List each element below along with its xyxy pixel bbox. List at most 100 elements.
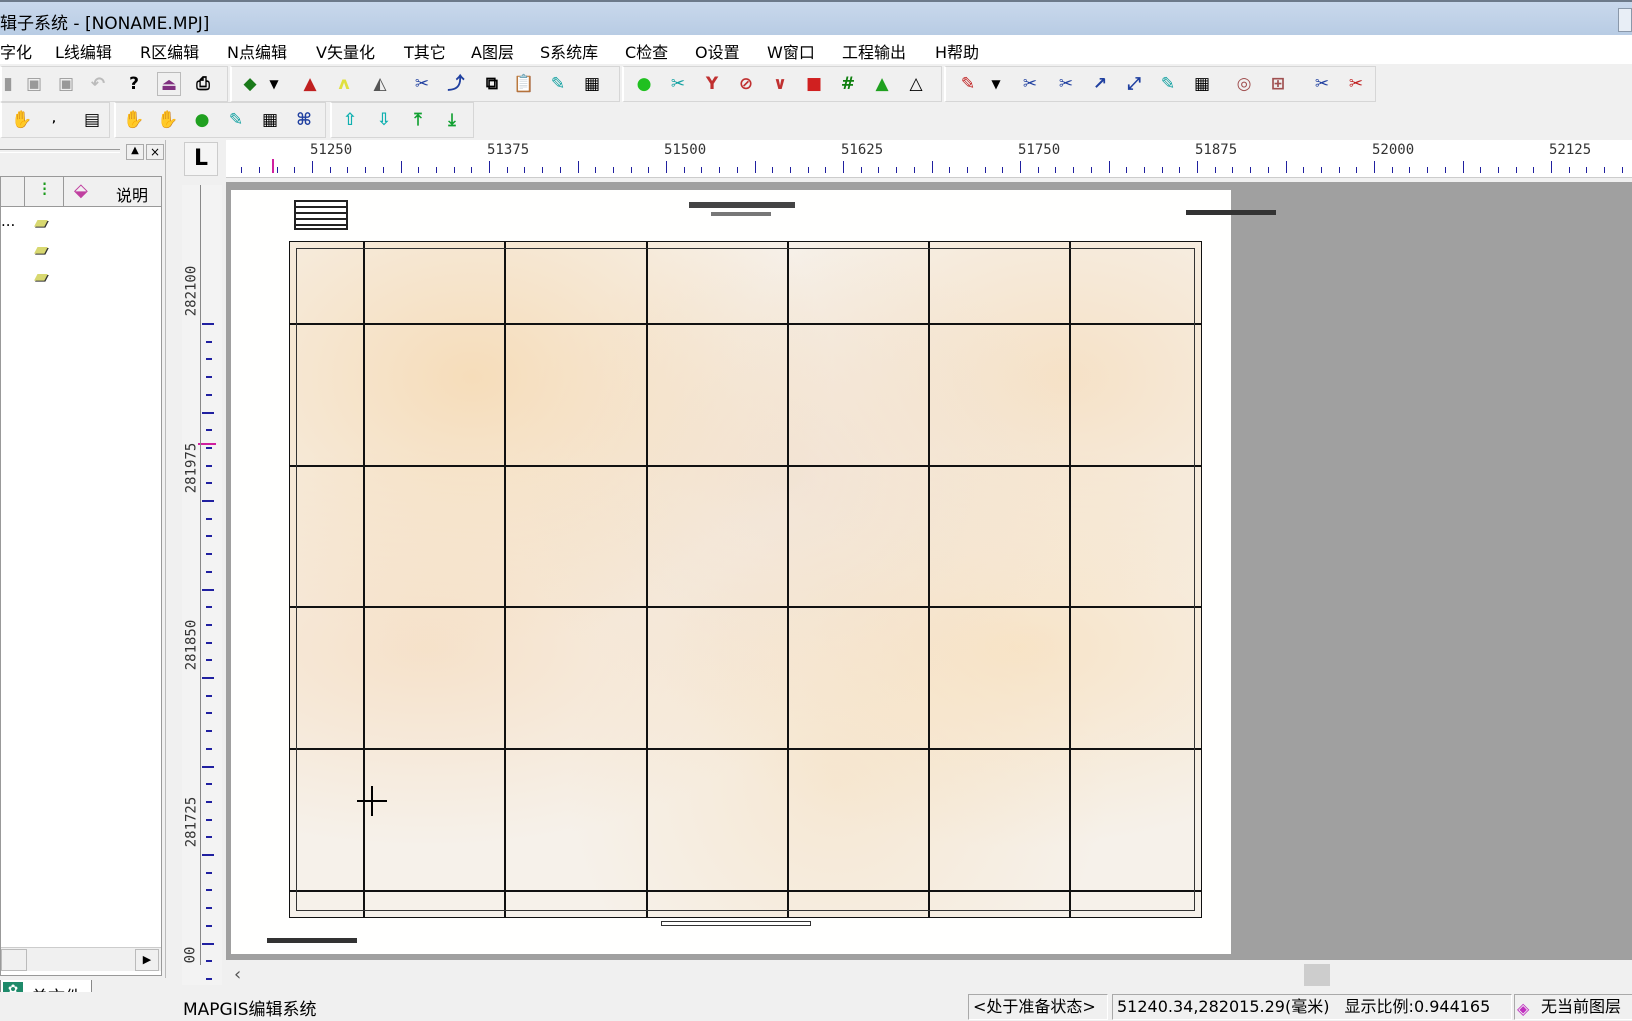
undo-icon[interactable]: ↶ <box>86 72 110 96</box>
menu-point-edit[interactable]: N点编辑 <box>227 39 287 63</box>
ruler-tick <box>202 942 214 945</box>
menu-vectorize[interactable]: V矢量化 <box>316 39 375 63</box>
help-pointer-icon[interactable]: ? <box>122 72 146 96</box>
current-layer[interactable]: ◈ 无当前图层 <box>1514 994 1632 1020</box>
region-cut-icon[interactable]: ✂ <box>666 72 690 96</box>
region-split-icon[interactable]: Y <box>700 72 724 96</box>
menu-line-edit[interactable]: L线编辑 <box>55 39 112 63</box>
line-edit-icon[interactable]: ◭ <box>368 72 392 96</box>
pan-hand-icon[interactable]: ✋ <box>10 108 34 132</box>
copy-icon[interactable]: ⧉ <box>480 72 504 96</box>
node-cut-icon[interactable]: ✂ <box>1310 72 1334 96</box>
menu-system-lib[interactable]: S系统库 <box>540 39 598 63</box>
window-button[interactable] <box>1618 8 1632 32</box>
scroll-thumb[interactable] <box>1304 964 1330 986</box>
map-canvas[interactable] <box>226 182 1632 960</box>
cut-icon[interactable]: ✂ <box>410 72 434 96</box>
ruler-tick <box>648 167 650 173</box>
list-item[interactable]: ▰ <box>1 239 161 263</box>
line-node-icon[interactable]: ⤴ <box>444 72 468 96</box>
edit-icon[interactable]: ⏏ <box>157 72 181 96</box>
ruler-y-label: 281975 <box>183 442 200 494</box>
param-edit-icon[interactable]: ✎ <box>546 72 570 96</box>
ruler-x-label: 51750 <box>1018 142 1061 158</box>
region-add-icon[interactable]: ● <box>632 72 656 96</box>
save-as-icon[interactable]: ▣ <box>54 72 78 96</box>
menu-help[interactable]: H帮助 <box>935 39 979 63</box>
contour-icon[interactable]: ◎ <box>1232 72 1256 96</box>
scissors-line-icon[interactable]: ✂ <box>1054 72 1078 96</box>
region-hatch-icon[interactable]: ▲ <box>870 72 894 96</box>
menu-digitize[interactable]: 字化 <box>0 39 32 63</box>
menu-window[interactable]: W窗口 <box>767 39 815 63</box>
scroll-thumb[interactable] <box>1 949 27 971</box>
menu-other[interactable]: T其它 <box>404 39 446 63</box>
ruler-corner[interactable]: L <box>184 142 218 176</box>
scissors-icon[interactable]: ✂ <box>1018 72 1042 96</box>
point-add-icon[interactable]: ◆ <box>238 72 262 96</box>
menu-check[interactable]: C检查 <box>625 39 668 63</box>
menu-settings[interactable]: O设置 <box>695 39 740 63</box>
window-view-icon[interactable]: ▤ <box>80 108 104 132</box>
panel-maximize-button[interactable]: ▲ <box>126 144 144 160</box>
column-name[interactable] <box>0 177 25 206</box>
select-point-icon[interactable]: ✋ <box>122 108 146 132</box>
cursor-coordinates: 51240.34,282015.29(毫米) <box>1117 997 1330 1016</box>
scroll-right-button[interactable]: ▶ <box>135 949 159 971</box>
node-cut-red-icon[interactable]: ✂ <box>1344 72 1368 96</box>
param-icon[interactable]: ✎ <box>224 108 248 132</box>
column-description[interactable]: 说明 <box>116 182 148 206</box>
traffic-light-icon[interactable]: ⁝ <box>26 177 64 206</box>
ruler-tick <box>206 871 212 874</box>
move-bottom-icon[interactable]: ⤓ <box>440 108 464 132</box>
menu-region-edit[interactable]: R区编辑 <box>140 39 199 63</box>
panel-close-button[interactable]: × <box>146 144 164 160</box>
select-line-icon[interactable]: ✋ <box>156 108 180 132</box>
folder-icon: ▰ <box>34 266 48 287</box>
dropdown-arrow-icon[interactable]: ▼ <box>262 72 286 96</box>
canvas-horizontal-scrollbar[interactable]: ‹ <box>226 962 1632 988</box>
region-line-icon[interactable]: ∨ <box>768 72 792 96</box>
table-icon[interactable]: ▦ <box>258 108 282 132</box>
contour-grid-icon[interactable]: ⊞ <box>1266 72 1290 96</box>
move-down-icon[interactable]: ⇩ <box>372 108 396 132</box>
line-extend-icon[interactable]: ↗ <box>1088 72 1112 96</box>
ruler-tick <box>206 570 212 573</box>
menu-layer[interactable]: A图层 <box>471 39 514 63</box>
line-tool-icon[interactable]: ▲ <box>298 72 322 96</box>
region-outline-icon[interactable]: △ <box>904 72 928 96</box>
save-icon[interactable]: ▣ <box>22 72 46 96</box>
table-line-icon[interactable]: ▦ <box>1190 72 1214 96</box>
map-sheet <box>231 190 1276 954</box>
save-icon[interactable]: ▮ <box>0 72 20 96</box>
paste-icon[interactable]: 📋 <box>512 72 536 96</box>
ruler-tick <box>202 323 214 325</box>
ruler-tick <box>206 535 212 538</box>
print-icon[interactable]: ⎙ <box>191 72 215 96</box>
pointer-icon[interactable]: , <box>42 108 66 132</box>
line-tool-icon[interactable]: ʌ <box>332 72 356 96</box>
swap-icon[interactable]: ⌘ <box>292 108 316 132</box>
toolbar-view: ✋ , ▤ <box>0 102 110 138</box>
region-grid-icon[interactable]: # <box>836 72 860 96</box>
param-line-icon[interactable]: ✎ <box>1156 72 1180 96</box>
table-edit-icon[interactable]: ▦ <box>580 72 604 96</box>
region-fill-icon[interactable]: ■ <box>802 72 826 96</box>
move-top-icon[interactable]: ⤒ <box>406 108 430 132</box>
menu-project-output[interactable]: 工程输出 <box>842 39 906 63</box>
move-up-icon[interactable]: ⇧ <box>338 108 362 132</box>
panel-grip[interactable] <box>0 149 120 153</box>
list-item[interactable]: ▰ <box>1 266 161 290</box>
ruler-tick <box>1037 167 1039 173</box>
layers-icon: ◈ <box>1517 999 1530 1018</box>
line-connect-icon[interactable]: ⤢ <box>1122 72 1146 96</box>
dropdown-arrow-icon[interactable]: ▼ <box>984 72 1008 96</box>
region-arc-icon[interactable]: ⊘ <box>734 72 758 96</box>
list-item[interactable]: ... ▰ <box>1 212 161 236</box>
scroll-left-button[interactable]: ‹ <box>234 964 241 985</box>
ruler-tick <box>206 623 212 626</box>
ruler-tick <box>206 747 212 750</box>
select-region-icon[interactable]: ● <box>190 108 214 132</box>
horizontal-scrollbar[interactable]: ▶ <box>1 947 161 971</box>
pen-icon[interactable]: ✎ <box>956 72 980 96</box>
